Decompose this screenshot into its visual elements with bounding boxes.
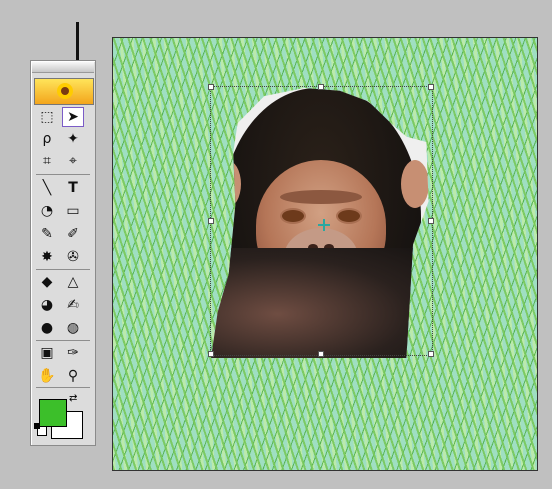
pencil-tool-icon[interactable]: ✐ xyxy=(62,224,84,244)
paint-bucket-tool-icon[interactable]: ◔ xyxy=(36,201,58,221)
transform-handle[interactable] xyxy=(428,218,434,224)
tool-divider xyxy=(36,340,90,341)
tool-divider xyxy=(36,174,90,175)
lasso-tool-icon[interactable]: ρ xyxy=(36,129,58,149)
blur-tool-icon[interactable]: ◆ xyxy=(36,272,58,292)
transform-handle[interactable] xyxy=(428,84,434,90)
hand-tool-icon[interactable]: ✋ xyxy=(36,366,58,386)
text-tool-icon[interactable]: T xyxy=(62,178,84,198)
brush-tool-icon[interactable]: ✎ xyxy=(36,224,58,244)
stamp-tool-icon[interactable]: ▣ xyxy=(36,343,58,363)
rectangle-marquee-tool-icon[interactable]: ⬚ xyxy=(36,107,58,127)
transform-handle[interactable] xyxy=(318,351,324,357)
pick-tool-icon[interactable]: ➤ xyxy=(62,107,84,127)
default-colors-icon[interactable] xyxy=(34,423,47,436)
tool-divider xyxy=(36,269,90,270)
transform-handle[interactable] xyxy=(428,351,434,357)
smudge-tool-icon[interactable]: ◕ xyxy=(36,295,58,315)
transform-handle[interactable] xyxy=(318,84,324,90)
toolbox-titlebar[interactable] xyxy=(32,62,94,73)
gradient-tool-icon[interactable]: ▭ xyxy=(62,201,84,221)
eyedropper-tool-icon[interactable]: ✑ xyxy=(62,343,84,363)
foreground-color-swatch[interactable] xyxy=(39,399,67,427)
swap-colors-icon[interactable]: ⇄ xyxy=(69,393,77,404)
sharpen-tool-icon[interactable]: △ xyxy=(62,272,84,292)
transform-tool-icon[interactable]: ⌖ xyxy=(62,151,84,171)
crop-tool-icon[interactable]: ⌗ xyxy=(36,151,58,171)
transform-center-icon[interactable] xyxy=(318,219,330,231)
transform-handle[interactable] xyxy=(208,218,214,224)
clone-tool-icon[interactable]: ✇ xyxy=(62,247,84,267)
magic-wand-tool-icon[interactable]: ✦ xyxy=(62,129,84,149)
dodge-tool-icon[interactable]: ✍ xyxy=(62,295,84,315)
line-tool-icon[interactable]: ╲ xyxy=(36,178,58,198)
eraser-tool-icon[interactable]: ✸ xyxy=(36,247,58,267)
burn-tool-icon[interactable]: ● xyxy=(36,318,58,338)
toolbox-logo xyxy=(34,78,94,105)
image-canvas[interactable] xyxy=(112,37,538,471)
zoom-tool-icon[interactable]: ⚲ xyxy=(62,366,84,386)
sponge-tool-icon[interactable]: ◍ xyxy=(62,318,84,338)
transform-handle[interactable] xyxy=(208,351,214,357)
transform-handle[interactable] xyxy=(208,84,214,90)
toolbox-panel: ⬚ ➤ ρ ✦ ⌗ ⌖ ╲ T ◔ ▭ ✎ ✐ ✸ ✇ ◆ △ ◕ ✍ ● ◍ … xyxy=(30,60,96,446)
tool-divider xyxy=(36,387,90,388)
